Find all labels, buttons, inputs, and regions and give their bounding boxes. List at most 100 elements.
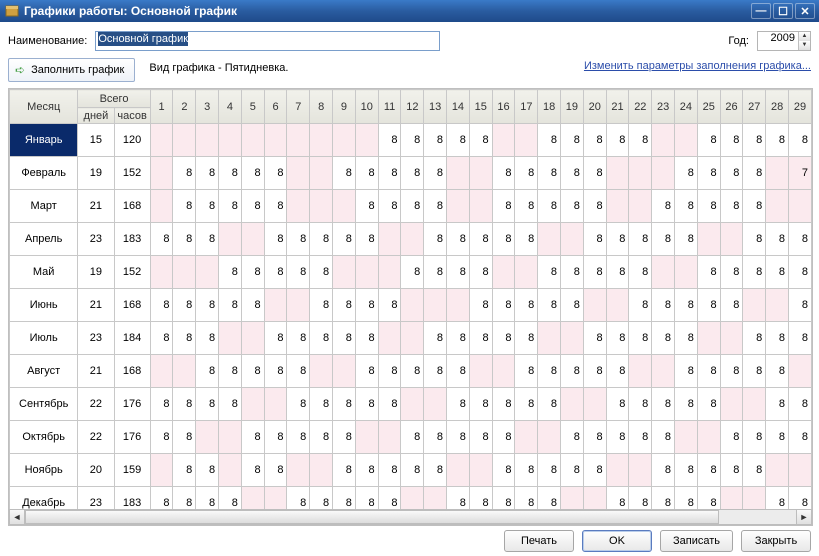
day-cell[interactable] — [150, 157, 173, 190]
day-cell[interactable]: 8 — [583, 157, 606, 190]
day-cell[interactable] — [720, 322, 743, 355]
day-cell[interactable] — [173, 355, 196, 388]
day-cell[interactable] — [264, 289, 287, 322]
day-cell[interactable]: 8 — [196, 355, 219, 388]
scroll-right-button[interactable]: ► — [796, 509, 812, 525]
day-cell[interactable] — [675, 124, 698, 157]
day-cell[interactable] — [469, 454, 492, 487]
day-cell[interactable]: 8 — [241, 454, 264, 487]
day-cell[interactable] — [766, 190, 789, 223]
day-cell[interactable]: 8 — [606, 355, 629, 388]
day-cell[interactable]: 8 — [538, 124, 561, 157]
day-cell[interactable]: 8 — [629, 289, 652, 322]
day-cell[interactable]: 8 — [538, 190, 561, 223]
day-cell[interactable]: 8 — [697, 157, 720, 190]
day-cell[interactable] — [264, 124, 287, 157]
table-row[interactable]: Октябрь22176888888888888888888888 — [10, 421, 812, 454]
days-cell[interactable]: 22 — [78, 421, 114, 454]
day-cell[interactable]: 8 — [469, 289, 492, 322]
day-cell[interactable]: 8 — [743, 355, 766, 388]
day-cell[interactable]: 8 — [378, 454, 401, 487]
day-header[interactable]: 24 — [675, 90, 698, 124]
month-cell[interactable]: Сентябрь — [10, 388, 78, 421]
day-cell[interactable]: 8 — [355, 388, 378, 421]
day-cell[interactable]: 8 — [310, 388, 333, 421]
day-cell[interactable] — [675, 421, 698, 454]
day-cell[interactable]: 8 — [196, 322, 219, 355]
day-cell[interactable] — [424, 388, 447, 421]
day-cell[interactable] — [743, 289, 766, 322]
hours-cell[interactable]: 152 — [114, 256, 150, 289]
day-cell[interactable]: 8 — [652, 421, 675, 454]
day-cell[interactable] — [561, 322, 584, 355]
day-cell[interactable]: 8 — [561, 157, 584, 190]
day-cell[interactable]: 8 — [629, 322, 652, 355]
day-cell[interactable]: 8 — [424, 190, 447, 223]
close-button[interactable]: ✕ — [795, 3, 815, 19]
day-cell[interactable] — [606, 289, 629, 322]
hours-cell[interactable]: 159 — [114, 454, 150, 487]
day-cell[interactable]: 8 — [310, 256, 333, 289]
day-cell[interactable]: 8 — [583, 190, 606, 223]
day-cell[interactable]: 8 — [789, 223, 812, 256]
day-cell[interactable]: 8 — [241, 190, 264, 223]
day-cell[interactable]: 8 — [355, 454, 378, 487]
day-cell[interactable]: 8 — [333, 421, 356, 454]
day-cell[interactable]: 8 — [675, 223, 698, 256]
day-cell[interactable]: 8 — [789, 256, 812, 289]
day-cell[interactable] — [538, 421, 561, 454]
day-cell[interactable] — [355, 421, 378, 454]
day-cell[interactable]: 8 — [264, 454, 287, 487]
day-header[interactable]: 17 — [515, 90, 538, 124]
days-cell[interactable]: 21 — [78, 190, 114, 223]
day-cell[interactable] — [378, 256, 401, 289]
day-cell[interactable] — [469, 157, 492, 190]
day-cell[interactable]: 8 — [196, 223, 219, 256]
day-cell[interactable]: 8 — [150, 322, 173, 355]
day-cell[interactable]: 8 — [401, 355, 424, 388]
day-cell[interactable]: 8 — [538, 454, 561, 487]
day-cell[interactable]: 8 — [310, 322, 333, 355]
month-cell[interactable]: Апрель — [10, 223, 78, 256]
day-cell[interactable]: 8 — [515, 190, 538, 223]
day-cell[interactable]: 8 — [515, 223, 538, 256]
day-header[interactable]: 4 — [219, 90, 242, 124]
table-row[interactable]: Февраль1915288888888888888888887 — [10, 157, 812, 190]
scroll-track[interactable] — [25, 509, 796, 525]
day-cell[interactable]: 8 — [241, 355, 264, 388]
day-cell[interactable]: 8 — [629, 256, 652, 289]
day-header[interactable]: 5 — [241, 90, 264, 124]
month-cell[interactable]: Август — [10, 355, 78, 388]
day-cell[interactable]: 8 — [606, 322, 629, 355]
day-cell[interactable] — [401, 223, 424, 256]
day-cell[interactable]: 8 — [378, 388, 401, 421]
day-cell[interactable] — [264, 388, 287, 421]
day-cell[interactable]: 8 — [515, 289, 538, 322]
day-cell[interactable] — [629, 355, 652, 388]
day-cell[interactable]: 8 — [652, 223, 675, 256]
day-cell[interactable]: 8 — [538, 289, 561, 322]
day-header[interactable]: 20 — [583, 90, 606, 124]
day-cell[interactable]: 8 — [629, 124, 652, 157]
year-spinner[interactable]: 2009 ▲ ▼ — [757, 31, 811, 51]
day-cell[interactable] — [378, 223, 401, 256]
day-cell[interactable] — [447, 454, 470, 487]
month-header[interactable]: Месяц — [10, 90, 78, 124]
day-cell[interactable] — [720, 223, 743, 256]
day-cell[interactable]: 8 — [652, 322, 675, 355]
day-cell[interactable] — [310, 157, 333, 190]
day-cell[interactable]: 8 — [424, 256, 447, 289]
day-cell[interactable]: 8 — [583, 355, 606, 388]
day-cell[interactable]: 8 — [538, 157, 561, 190]
day-cell[interactable]: 8 — [561, 454, 584, 487]
save-button[interactable]: Записать — [660, 530, 733, 552]
print-button[interactable]: Печать — [504, 530, 574, 552]
day-cell[interactable] — [766, 289, 789, 322]
table-row[interactable]: Март211688888888888888888888 — [10, 190, 812, 223]
day-cell[interactable]: 8 — [515, 157, 538, 190]
day-cell[interactable] — [287, 190, 310, 223]
day-cell[interactable]: 8 — [743, 124, 766, 157]
days-cell[interactable]: 20 — [78, 454, 114, 487]
day-cell[interactable] — [652, 355, 675, 388]
day-cell[interactable]: 8 — [492, 322, 515, 355]
